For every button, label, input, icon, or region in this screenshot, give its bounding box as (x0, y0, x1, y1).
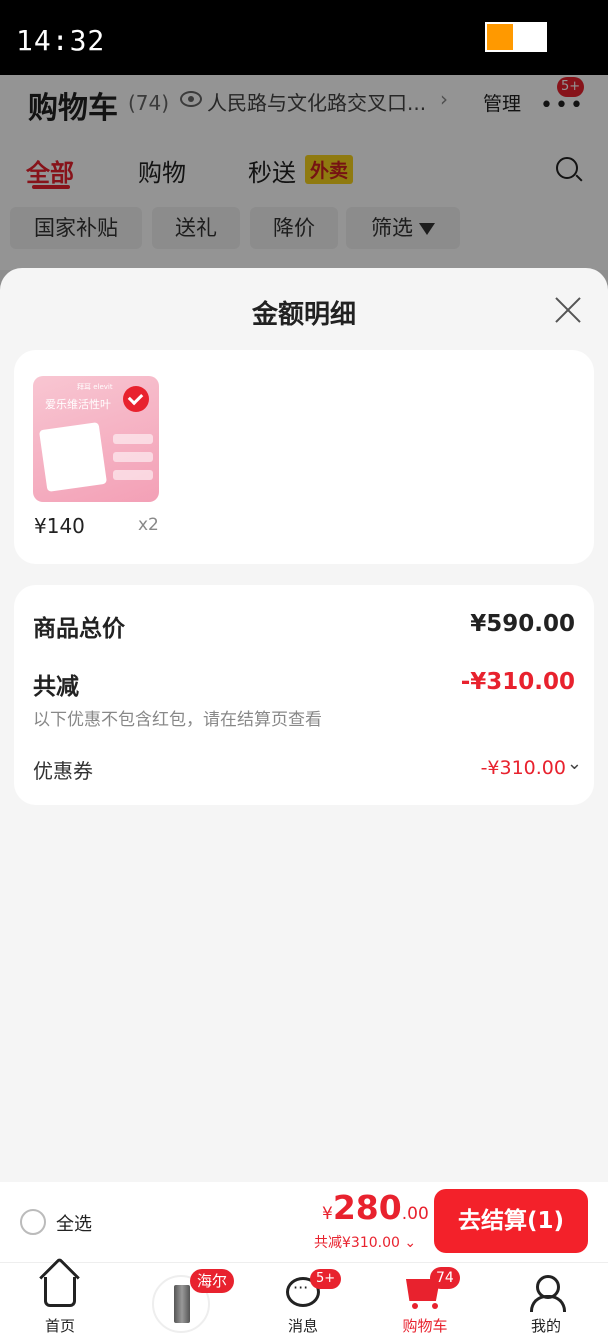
coupon-value[interactable]: -¥310.00 (481, 757, 566, 779)
item-price: ¥140 (34, 514, 85, 538)
reduction-label: 共减 (33, 674, 79, 700)
chevron-down-icon[interactable]: ⌄ (567, 753, 582, 774)
nav-home[interactable]: 首页 (15, 1263, 105, 1344)
profile-icon (530, 1275, 566, 1312)
total-label: 商品总价 (33, 616, 125, 642)
price-summary-card: 商品总价 ¥590.00 共减 -¥310.00 以下优惠不包含红包，请在结算页… (14, 585, 594, 805)
battery-icon (485, 22, 547, 52)
status-time: 14:32 (16, 24, 106, 57)
haier-badge: 海尔 (190, 1269, 235, 1293)
item-quantity: x2 (138, 515, 159, 535)
product-thumbnail[interactable]: 拜耳 elevit 爱乐维活性叶 (33, 376, 159, 502)
nav-home-label: 首页 (44, 1317, 75, 1335)
checkout-button[interactable]: 去结算(1) (434, 1189, 588, 1253)
bottom-nav: 首页 海尔 5+ 消息 74 购物车 我的 (0, 1262, 608, 1344)
select-all-label[interactable]: 全选 (56, 1210, 92, 1236)
nav-messages-label: 消息 (287, 1317, 318, 1335)
cart-badge: 74 (430, 1267, 460, 1289)
total-value: ¥590.00 (470, 611, 575, 637)
checkout-discount-toggle[interactable]: 共减¥310.00 ⌄ (314, 1232, 416, 1252)
coupon-label: 优惠券 (33, 759, 93, 783)
items-card: 拜耳 elevit 爱乐维活性叶 ¥140 x2 (14, 350, 594, 564)
reduction-note: 以下优惠不包含红包，请在结算页查看 (33, 710, 322, 730)
nav-messages[interactable]: 5+ 消息 (258, 1263, 348, 1344)
check-icon (127, 389, 144, 406)
home-icon (44, 1277, 76, 1307)
nav-cart[interactable]: 74 购物车 (380, 1263, 470, 1344)
select-all-checkbox[interactable] (20, 1209, 46, 1235)
close-icon[interactable] (553, 295, 583, 325)
thumb-product-name: 爱乐维活性叶 (45, 398, 111, 411)
reduction-value: -¥310.00 (460, 669, 575, 695)
amount-detail-sheet: 金额明细 拜耳 elevit 爱乐维活性叶 ¥140 x2 商品总价 ¥590.… (0, 268, 608, 1182)
nav-me-label: 我的 (530, 1317, 561, 1335)
nav-me[interactable]: 我的 (501, 1263, 591, 1344)
thumb-brand: 拜耳 elevit (77, 383, 113, 391)
nav-haier-promo[interactable]: 海尔 (136, 1263, 235, 1344)
product-box-graphic (38, 422, 108, 492)
selected-check-badge (123, 386, 149, 412)
status-bar: 14:32 (0, 0, 608, 75)
nav-cart-label: 购物车 (402, 1317, 448, 1335)
sheet-title: 金额明细 (251, 300, 356, 330)
fridge-icon (174, 1285, 190, 1323)
checkout-total-price: ¥280.00 (322, 1188, 429, 1227)
checkout-bar: 全选 ¥280.00 共减¥310.00 ⌄ 去结算(1) (0, 1182, 608, 1262)
messages-badge: 5+ (310, 1269, 342, 1289)
